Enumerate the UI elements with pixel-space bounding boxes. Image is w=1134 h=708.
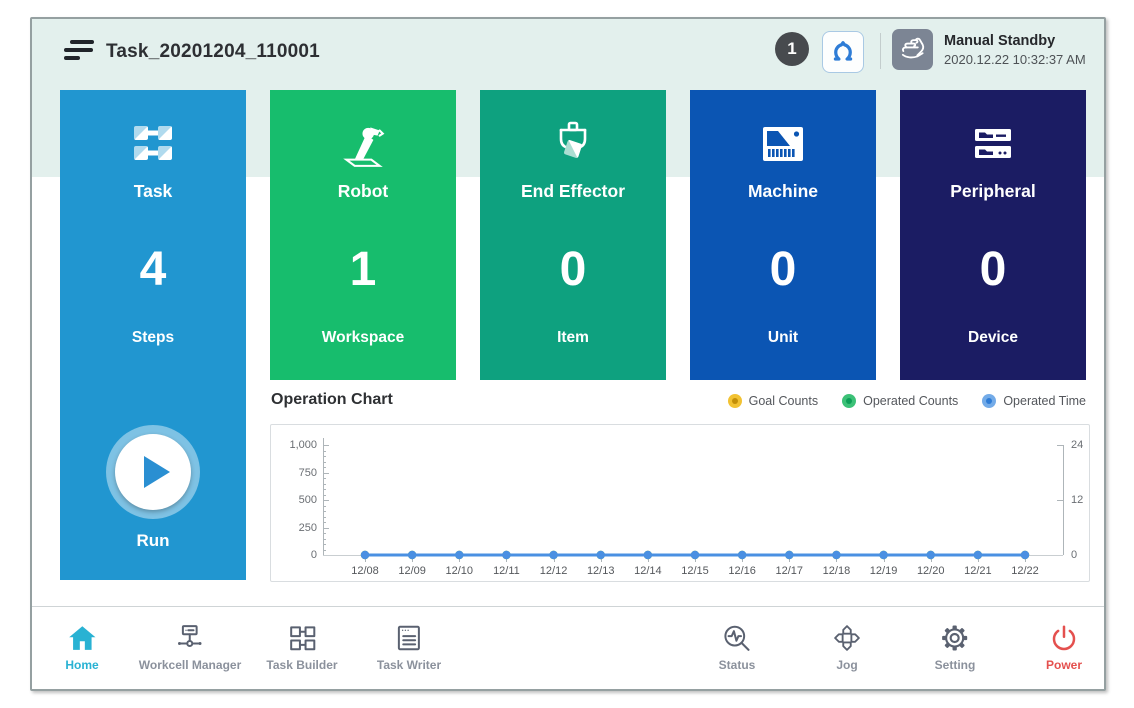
card-title: Peripheral <box>900 181 1086 202</box>
card-robot[interactable]: Robot 1 Workspace <box>270 90 456 380</box>
recovery-button[interactable] <box>822 31 864 73</box>
home-icon <box>67 621 97 655</box>
notification-badge: 1 <box>775 32 809 66</box>
robot-mode-status: Manual Standby <box>944 31 1086 51</box>
card-unit: Unit <box>690 329 876 347</box>
card-machine[interactable]: Machine 0 Unit <box>690 90 876 380</box>
nav-workcell-manager[interactable]: Workcell Manager <box>139 621 241 672</box>
card-value: 0 <box>480 242 666 298</box>
operation-chart: 02505007501,0000122412/0812/0912/1012/11… <box>270 424 1090 582</box>
card-value: 0 <box>690 242 876 298</box>
menu-icon[interactable] <box>64 40 94 66</box>
nav-status[interactable]: Status <box>719 621 756 672</box>
power-icon <box>1049 621 1079 655</box>
end-effector-gripper-icon <box>480 118 666 170</box>
nav-power[interactable]: Power <box>1046 621 1082 672</box>
card-value: 1 <box>270 242 456 298</box>
goal-counts-dot-icon <box>728 394 742 408</box>
legend-operated-time: Operated Time <box>982 394 1086 408</box>
task-writer-icon <box>394 621 424 655</box>
card-unit: Device <box>900 329 1086 347</box>
chart-legend: Goal Counts Operated Counts Operated Tim… <box>728 394 1086 408</box>
header-divider <box>880 33 881 69</box>
card-unit: Item <box>480 329 666 347</box>
card-task[interactable]: Task 4 Steps Run <box>60 90 246 580</box>
nav-task-writer[interactable]: Task Writer <box>377 621 441 672</box>
nav-label: Task Builder <box>266 658 337 672</box>
peripheral-server-icon <box>900 118 1086 170</box>
run-label: Run <box>60 531 246 551</box>
app-window: Task_20201204_110001 1 Manual Standby 20… <box>30 17 1106 691</box>
status-timestamp: 2020.12.22 10:32:37 AM <box>944 51 1086 69</box>
machine-icon <box>690 118 876 170</box>
card-title: Task <box>60 181 246 202</box>
nav-jog[interactable]: Jog <box>832 621 862 672</box>
manual-hand-icon <box>892 29 933 70</box>
task-builder-icon <box>287 621 317 655</box>
task-blocks-icon <box>60 118 246 170</box>
card-peripheral[interactable]: Peripheral 0 Device <box>900 90 1086 380</box>
setting-gear-icon <box>939 621 971 655</box>
card-value: 4 <box>60 242 246 298</box>
jog-icon <box>832 621 862 655</box>
nav-label: Workcell Manager <box>139 658 241 672</box>
nav-label: Status <box>719 658 756 672</box>
nav-home[interactable]: Home <box>65 621 98 672</box>
nav-label: Home <box>65 658 98 672</box>
nav-task-builder[interactable]: Task Builder <box>266 621 337 672</box>
nav-setting[interactable]: Setting <box>935 621 976 672</box>
nav-label: Setting <box>935 658 976 672</box>
run-button[interactable] <box>106 425 200 519</box>
chart-title: Operation Chart <box>271 391 393 409</box>
card-title: Machine <box>690 181 876 202</box>
nav-label: Jog <box>836 658 857 672</box>
robot-arm-icon <box>270 118 456 170</box>
nav-label: Task Writer <box>377 658 441 672</box>
card-title: End Effector <box>480 181 666 202</box>
workcell-manager-icon <box>175 621 205 655</box>
gripper-recovery-icon <box>830 39 856 65</box>
card-unit: Workspace <box>270 329 456 347</box>
page-title: Task_20201204_110001 <box>106 41 320 63</box>
legend-goal-counts: Goal Counts <box>728 394 818 408</box>
play-icon <box>144 456 170 488</box>
nav-label: Power <box>1046 658 1082 672</box>
card-title: Robot <box>270 181 456 202</box>
legend-operated-counts: Operated Counts <box>842 394 958 408</box>
card-unit: Steps <box>60 329 246 347</box>
card-end-effector[interactable]: End Effector 0 Item <box>480 90 666 380</box>
status-icon <box>722 621 752 655</box>
bottom-navbar: Home Workcell Manager <box>32 606 1104 689</box>
card-value: 0 <box>900 242 1086 298</box>
operated-time-dot-icon <box>982 394 996 408</box>
operated-counts-dot-icon <box>842 394 856 408</box>
